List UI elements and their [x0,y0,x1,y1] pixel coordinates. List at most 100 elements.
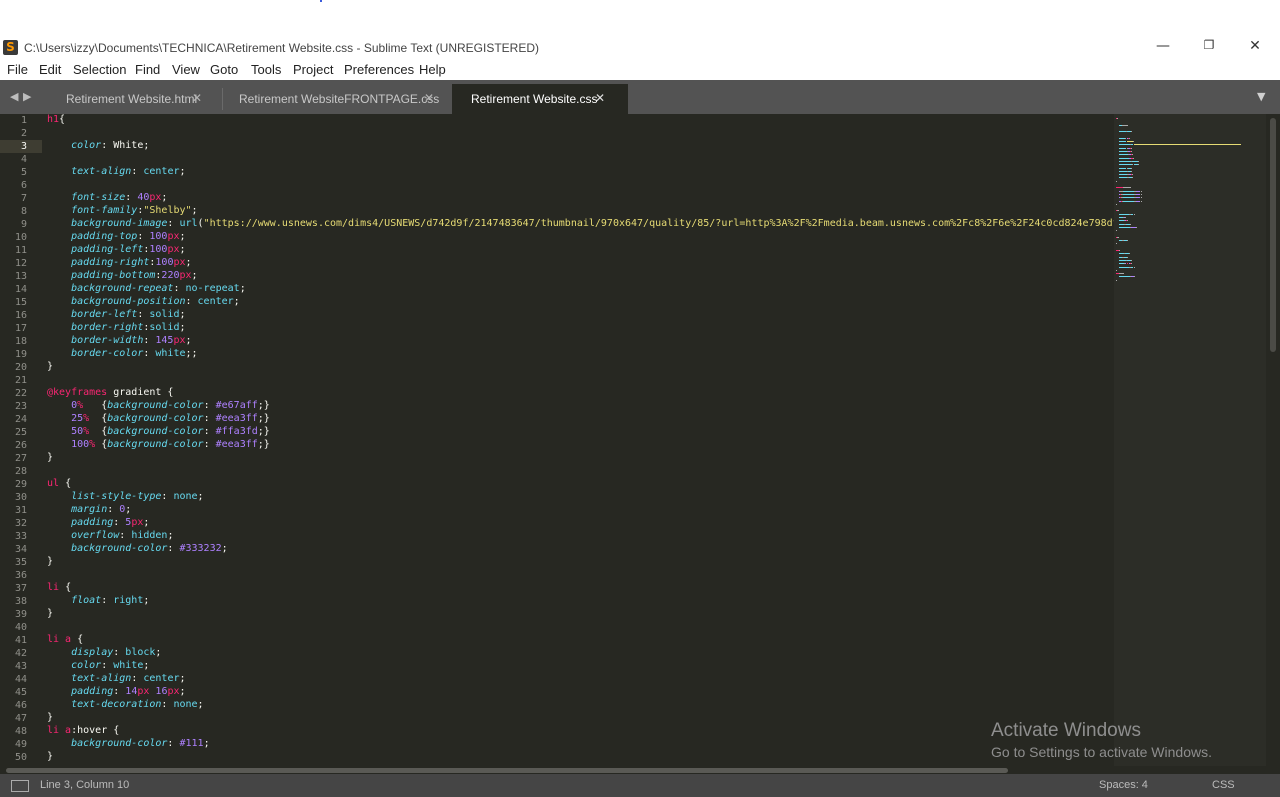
minimap-line [1123,124,1128,126]
line-number: 8 [20,206,27,217]
code-token: : [101,660,114,671]
line-number: 41 [14,635,27,646]
minimap-line [1134,276,1135,278]
code-token: } [47,361,54,372]
line-number: 33 [14,531,27,542]
close-window-button[interactable]: ✕ [1232,38,1278,60]
minimap-line [1131,151,1133,152]
code-token: ; [197,699,204,710]
tab-retirement-website-frontpage-css[interactable]: Retirement WebsiteFRONTPAGE.css ✕ [224,84,450,114]
minimap[interactable] [1114,114,1266,766]
code-token: : [107,504,120,515]
tab-close-icon[interactable]: ✕ [192,91,202,105]
code-token: : [203,413,216,424]
code-token: ; [185,335,192,346]
indentation-setting[interactable]: Spaces: 4 [1099,779,1148,791]
minimap-line [1130,223,1131,225]
menu-file[interactable]: File [7,62,28,77]
tab-close-icon[interactable]: ✕ [424,91,434,105]
tab-close-icon[interactable]: ✕ [595,91,605,105]
code-token: { [71,634,84,645]
code-text-area[interactable]: h1{ color: White; text-align: center; fo… [47,114,1114,766]
line-number: 3 [20,141,27,152]
line-number: 16 [14,310,27,321]
cursor-position: Line 3, Column 10 [40,779,130,791]
menu-tools[interactable]: Tools [251,62,281,77]
tab-scroll-right-icon[interactable]: ▶ [23,90,31,103]
line-number: 30 [14,492,27,503]
tab-separator [222,88,223,110]
sublime-logo-icon: S [3,40,18,55]
code-token: : [143,335,156,346]
vertical-scroll-thumb[interactable] [1270,118,1276,352]
minimap-line [1116,230,1117,232]
horizontal-scrollbar[interactable] [0,766,1280,774]
code-token: center [143,166,180,177]
menu-edit[interactable]: Edit [39,62,61,77]
code-line: border-color: white;; [47,348,197,361]
code-line: 50% {background-color: #ffa3fd;} [47,426,270,439]
code-token: #eea3ff [215,439,258,450]
code-line: border-right:solid; [47,322,185,335]
tab-retirement-website-html[interactable]: Retirement Website.html ✕ [48,84,218,114]
watermark-subtitle: Go to Settings to activate Windows. [991,744,1212,760]
menu-selection[interactable]: Selection [73,62,126,77]
code-token: px [179,270,192,281]
code-token: : [143,348,156,359]
code-token: } [47,608,54,619]
code-token: background-color [71,543,168,554]
line-number: 22 [14,388,27,399]
code-token: none [173,491,198,502]
line-number: 37 [14,583,27,594]
code-token: : [113,647,126,658]
line-number: 4 [20,154,27,165]
code-token: : [203,439,216,450]
code-token: 25 [71,413,84,424]
horizontal-scroll-thumb[interactable] [6,768,1008,773]
minimap-line [1133,266,1135,268]
code-token: border-color [71,348,144,359]
code-token: } [47,712,54,723]
line-number: 21 [14,375,27,386]
menu-preferences[interactable]: Preferences [344,62,414,77]
panel-toggle-icon[interactable] [11,780,29,792]
line-number: 36 [14,570,27,581]
code-token: : [167,738,180,749]
tab-list-dropdown-icon[interactable]: ▼ [1257,90,1265,103]
line-number: 44 [14,674,27,685]
menu-find[interactable]: Find [135,62,160,77]
restore-button[interactable]: ❐ [1186,38,1232,60]
code-token: padding-bottom [71,270,156,281]
menu-view[interactable]: View [172,62,200,77]
syntax-mode[interactable]: CSS [1212,779,1235,791]
code-token: text-align [71,673,132,684]
watermark-title: Activate Windows [991,720,1141,741]
line-number: 43 [14,661,27,672]
tab-retirement-website-css[interactable]: Retirement Website.css ✕ [452,84,628,114]
menu-help[interactable]: Help [419,62,446,77]
code-line: font-size: 40px; [47,192,167,205]
vertical-scrollbar[interactable] [1267,114,1280,766]
code-token: ; [179,231,186,242]
line-number: 5 [20,167,27,178]
minimap-line [1136,226,1137,228]
code-token: ; [125,504,132,515]
code-editor[interactable]: 1 2 3 4 5 6 7 8 9 10 11 12 13 14 15 16 17 18 19 20 21 22 23 24 2… [0,114,1280,766]
code-token: border-right [71,322,144,333]
minimap-line [1131,147,1133,149]
minimize-button[interactable]: — [1140,38,1186,60]
minimap-line [1118,167,1127,169]
code-token: li a [47,725,72,736]
code-line: background-color: #111; [47,738,210,751]
line-number: 48 [14,726,27,737]
minimap-line [1127,220,1128,222]
tab-scroll-left-icon[interactable]: ◀ [10,90,18,103]
code-token: #111 [179,738,204,749]
line-number: 29 [14,479,27,490]
code-token: gradient { [107,387,174,398]
menu-goto[interactable]: Goto [210,62,238,77]
code-token: : [203,426,216,437]
menu-project[interactable]: Project [293,62,333,77]
